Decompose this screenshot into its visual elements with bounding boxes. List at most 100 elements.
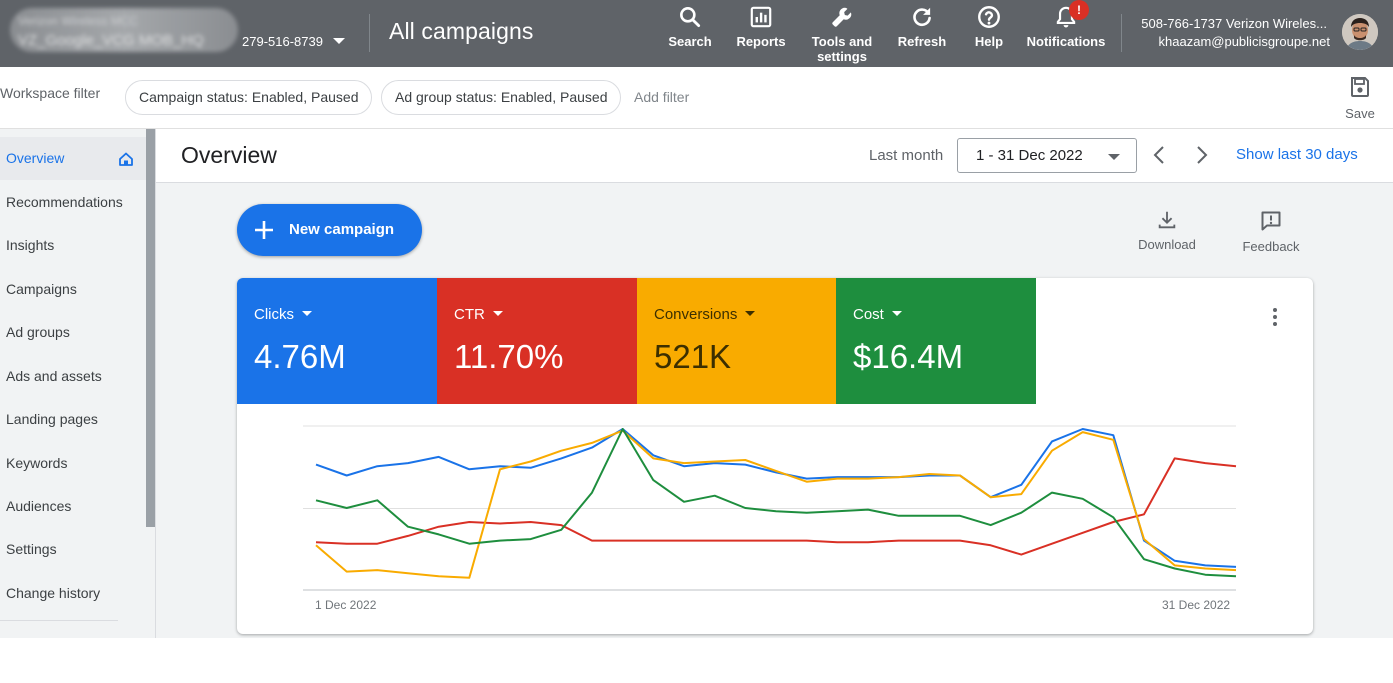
more-options-icon[interactable]	[1272, 307, 1278, 327]
x-tick-label: 31 Dec 2022	[1162, 598, 1231, 612]
date-range-select[interactable]: 1 - 31 Dec 2022	[957, 138, 1137, 173]
divider	[0, 620, 118, 621]
metric-value: 11.70%	[454, 338, 564, 375]
sidebar-item-audiences[interactable]: Audiences	[0, 485, 146, 528]
date-range-label: Last month	[869, 147, 944, 164]
performance-chart: 1 Dec 2022 31 Dec 2022	[237, 404, 1313, 634]
tools-label: Tools and	[811, 34, 873, 49]
feedback-icon	[1261, 211, 1281, 231]
sidebar-item-overview[interactable]: Overview	[0, 137, 146, 180]
user-email[interactable]: khaazam@publicisgroupe.net	[1159, 34, 1330, 49]
metric-label: Clicks	[254, 306, 294, 323]
chevron-down-icon[interactable]	[302, 311, 312, 316]
sidebar-item-settings[interactable]: Settings	[0, 528, 146, 571]
reports-label: Reports	[736, 34, 786, 49]
metric-value: 521K	[654, 338, 732, 375]
refresh-label: Refresh	[897, 34, 947, 49]
metric-value: 4.76M	[254, 338, 346, 375]
filter-chip-ad-group-status[interactable]: Ad group status: Enabled, Paused	[381, 80, 622, 115]
tools-label-line2: settings	[817, 49, 867, 64]
notifications-label: Notifications	[1026, 34, 1106, 49]
download-label: Download	[1138, 237, 1196, 252]
account-manager-name: Verizon Wireless MCC	[18, 14, 139, 28]
overview-header: Overview Last month 1 - 31 Dec 2022 Show…	[156, 129, 1393, 183]
sidebar-scrollbar[interactable]	[146, 129, 155, 527]
help-icon	[978, 6, 1000, 28]
sidebar-item-campaigns[interactable]: Campaigns	[0, 268, 146, 311]
page-title: All campaigns	[389, 18, 534, 44]
plus-icon	[255, 221, 273, 239]
wrench-icon	[832, 7, 852, 27]
line-chart	[303, 425, 1237, 591]
home-icon	[119, 152, 133, 166]
sidebar-item-ads-and-assets[interactable]: Ads and assets	[0, 355, 146, 398]
divider	[369, 14, 370, 52]
search-button[interactable]: Search	[666, 4, 714, 49]
chevron-down-icon[interactable]	[492, 311, 503, 316]
sidebar-item-insights[interactable]: Insights	[0, 224, 146, 267]
avatar[interactable]	[1342, 14, 1378, 50]
sidebar-item-recommendations[interactable]: Recommendations	[0, 181, 146, 224]
sidebar-item-label: Overview	[6, 150, 65, 166]
next-period-button[interactable]	[1195, 145, 1209, 165]
chevron-down-icon[interactable]	[891, 311, 902, 316]
new-campaign-button[interactable]: New campaign	[237, 204, 422, 256]
sidebar-item-change-history[interactable]: Change history	[0, 572, 146, 615]
filter-chip-campaign-status[interactable]: Campaign status: Enabled, Paused	[125, 80, 373, 115]
save-button[interactable]: Save	[1337, 75, 1383, 121]
show-last-30-days-link[interactable]: Show last 30 days	[1236, 146, 1358, 163]
refresh-button[interactable]: Refresh	[894, 4, 950, 49]
date-range-value: 1 - 31 Dec 2022	[976, 147, 1083, 164]
reports-icon	[750, 6, 772, 28]
help-button[interactable]: Help	[970, 4, 1008, 49]
sidebar-item-ad-groups[interactable]: Ad groups	[0, 311, 146, 354]
metric-label: Conversions	[654, 306, 738, 323]
feedback-label: Feedback	[1242, 239, 1300, 254]
chevron-down-icon	[1108, 154, 1120, 160]
notification-badge: !	[1069, 0, 1089, 20]
workspace-filter-label: Workspace filter	[0, 85, 101, 101]
add-filter-button[interactable]: Add filter	[634, 89, 689, 105]
main-content: Overview Last month 1 - 31 Dec 2022 Show…	[156, 129, 1393, 638]
download-button[interactable]: Download	[1136, 209, 1198, 252]
account-dropdown-icon[interactable]	[333, 38, 345, 44]
top-bar: Verizon Wireless MCC VZ_Google_VCG MOB_H…	[0, 0, 1393, 67]
x-tick-label: 1 Dec 2022	[315, 598, 377, 612]
workspace-filter-bar: Workspace filter Campaign status: Enable…	[0, 67, 1393, 129]
sidebar-item-landing-pages[interactable]: Landing pages	[0, 398, 146, 441]
metric-clicks[interactable]: Clicks 4.76M	[237, 278, 437, 404]
feedback-button[interactable]: Feedback	[1239, 209, 1303, 254]
metric-label: Cost	[853, 306, 884, 323]
series-line-clicks	[315, 428, 1237, 568]
chevron-down-icon[interactable]	[745, 311, 756, 316]
metric-cost[interactable]: Cost $16.4M	[836, 278, 1036, 404]
tools-settings-button[interactable]: Tools and settings	[808, 4, 876, 64]
save-icon	[1351, 77, 1369, 97]
metric-value: $16.4M	[853, 338, 964, 375]
refresh-icon	[913, 7, 931, 27]
notifications-button[interactable]: Notifications	[1024, 4, 1108, 49]
account-selector[interactable]: Verizon Wireless MCC VZ_Google_VCG MOB_H…	[10, 8, 238, 52]
reports-button[interactable]: Reports	[734, 4, 788, 49]
help-label: Help	[974, 34, 1004, 49]
previous-period-button[interactable]	[1152, 145, 1166, 165]
download-icon	[1158, 211, 1176, 229]
account-info[interactable]: 508-766-1737 Verizon Wireles...	[1141, 16, 1327, 31]
page-title: Overview	[181, 142, 277, 168]
search-icon	[680, 7, 701, 28]
account-id[interactable]: 279-516-8739	[242, 34, 323, 49]
account-name: VZ_Google_VCG MOB_HQ	[18, 32, 204, 49]
series-line-conversions	[315, 429, 1237, 579]
sidebar: Overview Recommendations Insights Campai…	[0, 129, 156, 638]
new-campaign-label: New campaign	[289, 221, 395, 238]
performance-card: Clicks 4.76M CTR 11.70% Conversions 521K…	[237, 278, 1313, 634]
save-label: Save	[1345, 106, 1375, 121]
search-label: Search	[668, 34, 712, 49]
metric-conversions[interactable]: Conversions 521K	[637, 278, 837, 404]
metric-ctr[interactable]: CTR 11.70%	[437, 278, 637, 404]
sidebar-item-keywords[interactable]: Keywords	[0, 442, 146, 485]
series-line-cost	[315, 428, 1237, 578]
metric-label: CTR	[454, 306, 485, 323]
divider	[1121, 14, 1122, 52]
profile-photo-icon	[1342, 14, 1378, 50]
